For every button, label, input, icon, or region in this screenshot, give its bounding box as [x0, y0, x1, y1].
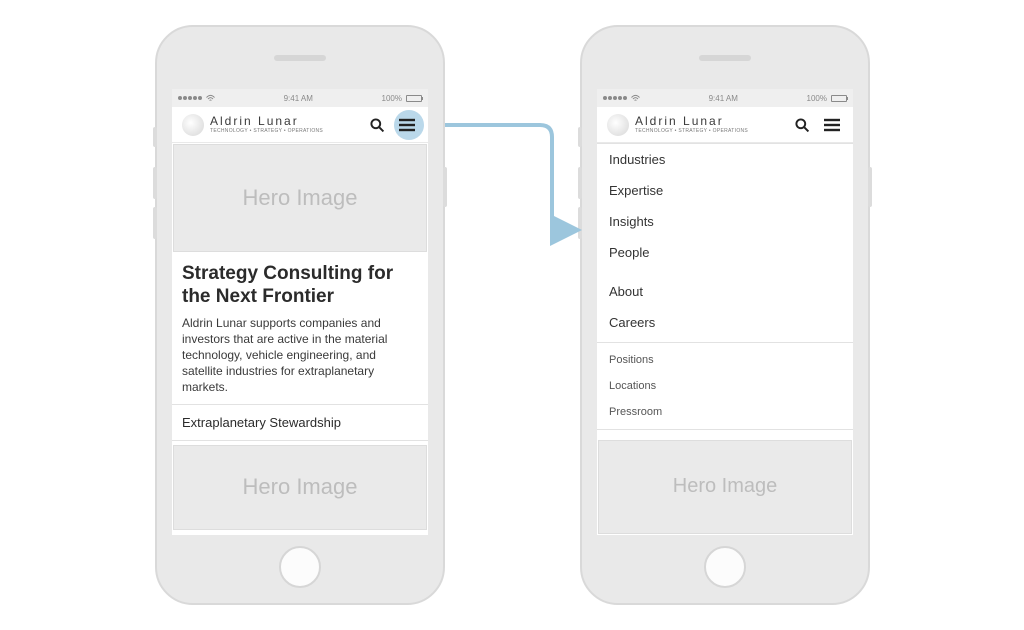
- brand-text[interactable]: Aldrin Lunar TECHNOLOGY • STRATEGY • OPE…: [635, 115, 748, 134]
- hero-image-placeholder-2: Hero Image: [173, 445, 427, 530]
- hamburger-button[interactable]: [821, 114, 843, 136]
- search-icon: [369, 117, 385, 133]
- brand-logo[interactable]: [182, 114, 204, 136]
- volume-up-button: [578, 167, 582, 199]
- hero-label: Hero Image: [243, 185, 358, 211]
- screen-menu: 9:41 AM 100% Aldrin Lunar TECHNOLOGY • S…: [597, 89, 853, 535]
- volume-down-button: [153, 207, 157, 239]
- nav-primary-group: Industries Expertise Insights People Abo…: [597, 144, 853, 338]
- brand-logo[interactable]: [607, 114, 629, 136]
- signal-icon: [603, 96, 627, 100]
- silence-switch: [578, 127, 582, 147]
- nav-item-careers[interactable]: Careers: [597, 307, 853, 338]
- phone-device-menu: 9:41 AM 100% Aldrin Lunar TECHNOLOGY • S…: [580, 25, 870, 605]
- wifi-icon: [631, 94, 640, 102]
- brand-text[interactable]: Aldrin Lunar TECHNOLOGY • STRATEGY • OPE…: [210, 115, 323, 134]
- search-icon: [794, 117, 810, 133]
- nav-item-about[interactable]: About: [597, 276, 853, 307]
- hero-label: Hero Image: [243, 474, 358, 500]
- nav-sub-pressroom[interactable]: Pressroom: [597, 399, 853, 425]
- nav-sub-positions[interactable]: Positions: [597, 347, 853, 373]
- app-header: Aldrin Lunar TECHNOLOGY • STRATEGY • OPE…: [172, 107, 428, 143]
- battery-percent: 100%: [807, 94, 827, 103]
- headline: Strategy Consulting for the Next Frontie…: [172, 253, 428, 315]
- hamburger-button[interactable]: [396, 114, 418, 136]
- wireframe-canvas: 9:41 AM 100% Aldrin Lunar TECHNOLOGY • S…: [0, 0, 1024, 630]
- phone-speaker: [274, 55, 326, 61]
- feature-link[interactable]: Extraplanetary Stewardship: [172, 405, 428, 440]
- hero-image-placeholder: Hero Image: [598, 440, 852, 534]
- hero-image-placeholder: Hero Image: [173, 144, 427, 252]
- flow-arrow: [440, 115, 600, 255]
- nav-item-insights[interactable]: Insights: [597, 206, 853, 237]
- brand-name: Aldrin Lunar: [635, 115, 748, 127]
- page-content: Hero Image Strategy Consulting for the N…: [172, 143, 428, 535]
- status-bar: 9:41 AM 100%: [172, 89, 428, 107]
- hamburger-icon: [823, 118, 841, 132]
- status-time: 9:41 AM: [640, 94, 807, 103]
- wifi-icon: [206, 94, 215, 102]
- phone-device-home: 9:41 AM 100% Aldrin Lunar TECHNOLOGY • S…: [155, 25, 445, 605]
- nav-secondary-group: Positions Locations Pressroom: [597, 347, 853, 425]
- search-button[interactable]: [366, 114, 388, 136]
- brand-tagline: TECHNOLOGY • STRATEGY • OPERATIONS: [635, 129, 748, 134]
- divider: [597, 429, 853, 430]
- status-time: 9:41 AM: [215, 94, 382, 103]
- nav-item-people[interactable]: People: [597, 237, 853, 268]
- nav-sub-locations[interactable]: Locations: [597, 373, 853, 399]
- divider: [172, 440, 428, 441]
- brand-tagline: TECHNOLOGY • STRATEGY • OPERATIONS: [210, 129, 323, 134]
- app-header: Aldrin Lunar TECHNOLOGY • STRATEGY • OPE…: [597, 107, 853, 143]
- screen-home: 9:41 AM 100% Aldrin Lunar TECHNOLOGY • S…: [172, 89, 428, 535]
- silence-switch: [153, 127, 157, 147]
- brand-name: Aldrin Lunar: [210, 115, 323, 127]
- nav-item-industries[interactable]: Industries: [597, 144, 853, 175]
- hero-label: Hero Image: [673, 475, 778, 498]
- battery-icon: [406, 95, 422, 102]
- power-button: [868, 167, 872, 207]
- volume-up-button: [153, 167, 157, 199]
- nav-menu-open: Industries Expertise Insights People Abo…: [597, 143, 853, 535]
- status-bar: 9:41 AM 100%: [597, 89, 853, 107]
- home-button[interactable]: [279, 546, 321, 588]
- power-button: [443, 167, 447, 207]
- nav-item-expertise[interactable]: Expertise: [597, 175, 853, 206]
- home-button[interactable]: [704, 546, 746, 588]
- hamburger-icon: [398, 118, 416, 132]
- divider: [597, 342, 853, 343]
- headline-body: Aldrin Lunar supports companies and inve…: [172, 315, 428, 404]
- search-button[interactable]: [791, 114, 813, 136]
- volume-down-button: [578, 207, 582, 239]
- battery-icon: [831, 95, 847, 102]
- phone-speaker: [699, 55, 751, 61]
- signal-icon: [178, 96, 202, 100]
- battery-percent: 100%: [382, 94, 402, 103]
